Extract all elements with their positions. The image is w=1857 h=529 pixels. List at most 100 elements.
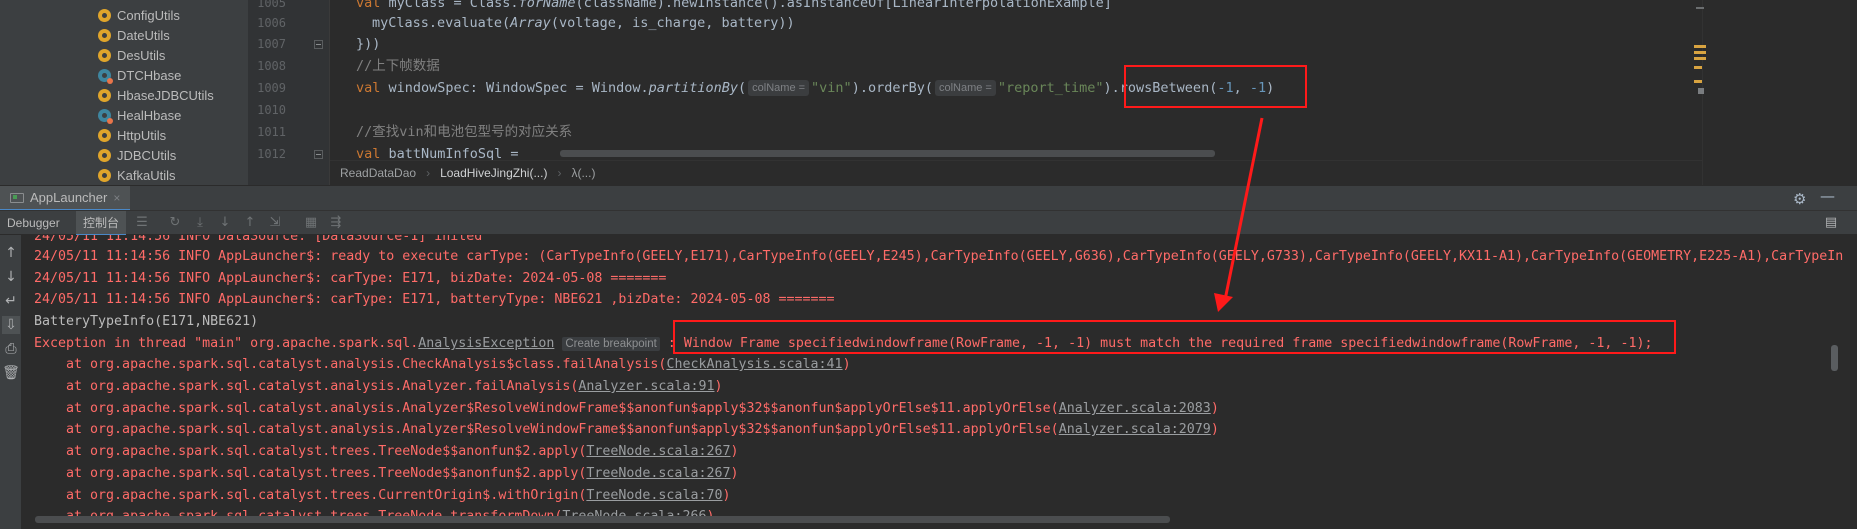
code-line-1007: })) bbox=[356, 36, 381, 52]
breadcrumb-item[interactable]: LoadHiveJingZhi(...) bbox=[430, 166, 557, 180]
fold-icon[interactable] bbox=[314, 150, 323, 159]
warning-marker[interactable] bbox=[1694, 57, 1706, 60]
scroll-to-end-icon[interactable]: ⇩ bbox=[2, 316, 20, 334]
arrow-down-icon[interactable]: ↓ bbox=[2, 268, 20, 286]
print-icon[interactable]: ⎙ bbox=[2, 340, 20, 358]
tree-item-dateutils[interactable]: DateUtils bbox=[98, 25, 170, 45]
line-number-gutter: 1005 1006 1007 1008 1009 1010 1011 1012 bbox=[248, 0, 330, 185]
tab-applauncher[interactable]: AppLauncher × bbox=[0, 186, 131, 211]
line-number: 1008 bbox=[257, 59, 286, 73]
step-over-icon[interactable]: ⤓ bbox=[192, 215, 208, 231]
tree-item-hbasejdbcutils[interactable]: HbaseJDBCUtils bbox=[98, 85, 214, 105]
scroll-marker[interactable] bbox=[1696, 7, 1704, 9]
stack-trace-line: at org.apache.spark.sql.catalyst.trees.T… bbox=[34, 444, 739, 459]
code-area[interactable]: val myClass = Class.forName(className).n… bbox=[332, 0, 1702, 160]
layout-icon[interactable]: ▤ bbox=[1823, 215, 1839, 231]
tree-item-label: KafkaUtils bbox=[117, 167, 176, 183]
console-line: 24/05/11 11:14:56 INFO AppLauncher$: rea… bbox=[34, 249, 1844, 264]
code-line-1011: //查找vin和电池包型号的对应关系 bbox=[356, 124, 573, 140]
annotation-box-code bbox=[1124, 65, 1307, 108]
breadcrumb-item[interactable]: λ(...) bbox=[561, 166, 605, 180]
tree-item-label: HbaseJDBCUtils bbox=[117, 87, 214, 103]
stack-link[interactable]: TreeNode.scala:267 bbox=[586, 466, 730, 481]
tree-item-label: HttpUtils bbox=[117, 127, 167, 143]
tree-item-httputils[interactable]: HttpUtils bbox=[98, 125, 166, 145]
step-into-icon[interactable]: ↓ bbox=[217, 215, 233, 231]
run-to-cursor-icon[interactable]: ⇲ bbox=[267, 215, 283, 231]
line-number: 1010 bbox=[257, 103, 286, 117]
trace-icon[interactable]: ⇶ bbox=[328, 215, 344, 231]
console-side-toolbar: ↑ ↓ ↵ ⇩ ⎙ 🗑 bbox=[0, 235, 22, 529]
editor-error-stripe bbox=[1702, 0, 1857, 185]
tree-item-label: HealHbase bbox=[117, 107, 182, 123]
tree-item-label: ConfigUtils bbox=[117, 7, 180, 23]
line-number: 1006 bbox=[257, 16, 286, 30]
scala-class-icon bbox=[98, 108, 113, 124]
stack-trace-line: at org.apache.spark.sql.catalyst.trees.C… bbox=[34, 488, 731, 503]
stack-link[interactable]: Analyzer.scala:91 bbox=[578, 379, 714, 394]
console-vertical-scrollbar[interactable] bbox=[1831, 345, 1838, 371]
tree-item-label: DTCHbase bbox=[117, 67, 182, 83]
parameter-hint: colName = bbox=[748, 80, 810, 96]
trash-icon[interactable]: 🗑 bbox=[2, 364, 20, 382]
application-icon bbox=[10, 192, 24, 203]
create-breakpoint-hint[interactable]: Create breakpoint bbox=[562, 337, 660, 351]
stack-link[interactable]: TreeNode.scala:70 bbox=[586, 488, 722, 503]
scala-object-icon bbox=[98, 8, 111, 22]
warning-marker[interactable] bbox=[1694, 66, 1702, 69]
stack-link[interactable]: CheckAnalysis.scala:41 bbox=[666, 357, 842, 372]
tree-item-healhbase[interactable]: HealHbase bbox=[98, 105, 181, 125]
console-line: BatteryTypeInfo(E171,NBE621) bbox=[34, 314, 259, 329]
rerun-icon[interactable]: ↻ bbox=[167, 215, 183, 231]
evaluate-icon[interactable]: ▦ bbox=[303, 215, 319, 231]
gear-icon[interactable]: ⚙ bbox=[1793, 190, 1806, 208]
arrow-up-icon[interactable]: ↑ bbox=[2, 244, 20, 262]
breadcrumb-item[interactable]: ReadDataDao bbox=[330, 166, 426, 180]
tree-item-label: JDBCUtils bbox=[117, 147, 177, 163]
tree-item-kafkautils[interactable]: KafkaUtils bbox=[98, 165, 176, 185]
tab-console[interactable]: 控制台 bbox=[76, 211, 127, 236]
stack-trace-line: at org.apache.spark.sql.catalyst.analysi… bbox=[34, 379, 723, 394]
console-output[interactable]: 24/05/11 11:14:56 INFO DataSource: [Data… bbox=[22, 235, 1857, 529]
editor-horizontal-scrollbar[interactable] bbox=[560, 150, 1215, 157]
code-line-1006: myClass.evaluate(Array(voltage, is_charg… bbox=[372, 15, 795, 31]
tab-debugger[interactable]: Debugger bbox=[0, 211, 67, 236]
tab-label: AppLauncher bbox=[30, 190, 108, 205]
close-icon[interactable]: × bbox=[113, 191, 120, 205]
line-number: 1005 bbox=[257, 0, 286, 10]
soft-wrap-icon[interactable]: ↵ bbox=[2, 292, 20, 310]
stack-trace-line: at org.apache.spark.sql.catalyst.trees.T… bbox=[34, 466, 739, 481]
stack-link[interactable]: TreeNode.scala:267 bbox=[586, 444, 730, 459]
scroll-thumb[interactable] bbox=[1698, 88, 1704, 94]
warning-marker[interactable] bbox=[1694, 45, 1706, 48]
stack-link[interactable]: Analyzer.scala:2083 bbox=[1059, 401, 1211, 416]
console-horizontal-scrollbar[interactable] bbox=[35, 516, 1170, 523]
list-icon[interactable]: ☰ bbox=[134, 215, 150, 231]
code-editor: ConfigUtils DateUtils DesUtils DTCHbase … bbox=[0, 0, 1857, 185]
step-out-icon[interactable]: ↑ bbox=[242, 215, 258, 231]
scala-object-icon bbox=[98, 28, 111, 42]
warning-marker[interactable] bbox=[1694, 80, 1702, 83]
exception-link[interactable]: AnalysisException bbox=[418, 336, 554, 351]
line-number: 1011 bbox=[257, 125, 286, 139]
tree-item-dtchbase[interactable]: DTCHbase bbox=[98, 65, 181, 85]
scala-object-icon bbox=[98, 148, 111, 162]
code-line-1008: //上下帧数据 bbox=[356, 58, 440, 74]
tree-item-configutils[interactable]: ConfigUtils bbox=[98, 5, 180, 25]
fold-icon[interactable] bbox=[314, 40, 323, 49]
scala-object-icon bbox=[98, 128, 111, 142]
warning-marker[interactable] bbox=[1694, 51, 1706, 54]
tree-item-desutils[interactable]: DesUtils bbox=[98, 45, 165, 65]
scala-object-icon bbox=[98, 48, 111, 62]
run-tool-window-header: AppLauncher × ⚙ — bbox=[0, 185, 1857, 211]
debug-toolbar: Debugger 控制台 ☰ ↻ ⤓ ↓ ↑ ⇲ ▦ ⇶ ▤ bbox=[0, 210, 1857, 236]
scala-object-icon bbox=[98, 168, 111, 182]
stack-link[interactable]: Analyzer.scala:2079 bbox=[1059, 422, 1211, 437]
annotation-box-error bbox=[673, 320, 1676, 354]
parameter-hint: colName = bbox=[934, 80, 996, 96]
line-number: 1009 bbox=[257, 81, 286, 95]
line-number: 1007 bbox=[257, 37, 286, 51]
console-line: 24/05/11 11:14:56 INFO AppLauncher$: car… bbox=[34, 271, 667, 286]
minimize-icon[interactable]: — bbox=[1820, 187, 1835, 205]
tree-item-jdbcutils[interactable]: JDBCUtils bbox=[98, 145, 176, 165]
